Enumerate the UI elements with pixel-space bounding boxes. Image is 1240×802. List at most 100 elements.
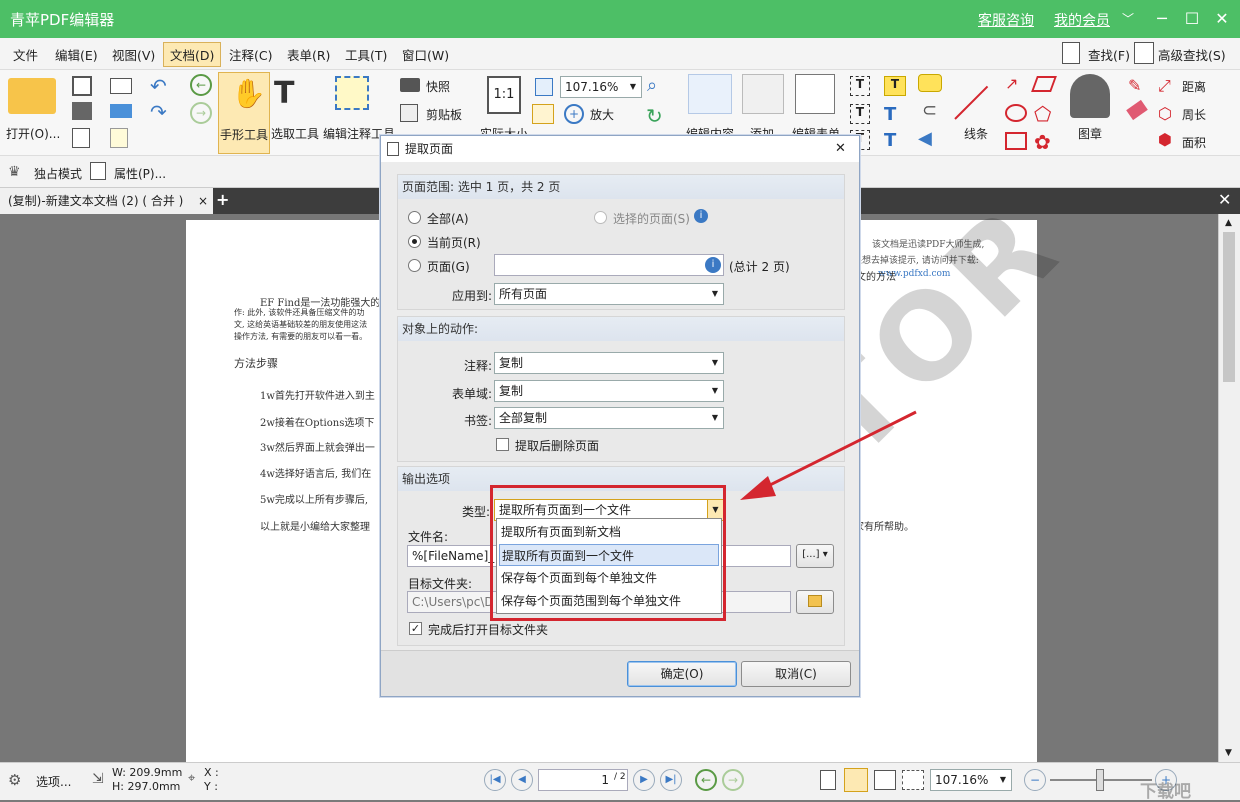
- strikeout-icon[interactable]: T: [884, 104, 896, 125]
- facing-page-icon[interactable]: [874, 770, 896, 790]
- menu-file[interactable]: 文件: [13, 45, 38, 64]
- edit-content-icon[interactable]: [688, 74, 732, 114]
- status-forward-icon[interactable]: →: [722, 769, 744, 791]
- line-icon[interactable]: [954, 85, 989, 120]
- scroll-up-icon[interactable]: ▲: [1225, 218, 1232, 228]
- select-tool-label[interactable]: 选取工具: [271, 125, 319, 142]
- fit-width-icon[interactable]: [532, 104, 554, 124]
- highlight-icon[interactable]: T: [884, 76, 906, 96]
- pages-info-icon[interactable]: i: [705, 257, 721, 273]
- status-back-icon[interactable]: ←: [695, 769, 717, 791]
- snapshot-label[interactable]: 快照: [426, 78, 450, 95]
- exclusive-mode-button[interactable]: 独占模式: [34, 165, 82, 182]
- dialog-close-icon[interactable]: ✕: [835, 136, 846, 162]
- ellipse-icon[interactable]: [1005, 104, 1027, 122]
- zoom-search-icon[interactable]: ⌕: [647, 75, 657, 96]
- attach-icon[interactable]: ⊂: [922, 100, 937, 121]
- delete-after-checkbox[interactable]: [496, 438, 509, 451]
- print-icon[interactable]: [72, 102, 92, 120]
- zoom-select[interactable]: 107.16% ▼: [560, 76, 642, 98]
- area-label[interactable]: 面积: [1182, 134, 1206, 151]
- rectangle-icon[interactable]: [1005, 132, 1027, 150]
- email-icon[interactable]: [110, 78, 132, 94]
- pencil-icon[interactable]: ✎: [1128, 76, 1141, 95]
- apply-to-select[interactable]: 所有页面 ▼: [494, 283, 724, 305]
- arrow-icon[interactable]: ↗: [1005, 74, 1018, 93]
- underline-icon[interactable]: T: [884, 130, 896, 151]
- advanced-find-button[interactable]: 高级查找(S): [1158, 45, 1226, 64]
- options-button[interactable]: 选项...: [36, 773, 71, 790]
- undo-icon[interactable]: ↶: [150, 74, 167, 98]
- radio-current[interactable]: [408, 235, 421, 248]
- continuous-page-icon[interactable]: [844, 768, 868, 792]
- note-icon[interactable]: [918, 74, 942, 92]
- zoom-in-icon[interactable]: +: [564, 104, 584, 124]
- member-dropdown-icon[interactable]: ﹀: [1122, 10, 1134, 27]
- minimize-icon[interactable]: ─: [1149, 6, 1175, 32]
- export-icon[interactable]: [72, 128, 90, 148]
- polygon-icon[interactable]: [1031, 76, 1057, 92]
- menu-form[interactable]: 表单(R): [287, 45, 330, 64]
- callout-icon[interactable]: T: [850, 104, 870, 124]
- area-icon[interactable]: ⬢: [1158, 130, 1172, 149]
- continuous-facing-icon[interactable]: [902, 770, 924, 790]
- radio-pages[interactable]: [408, 259, 421, 272]
- select-text-icon[interactable]: T: [274, 76, 294, 111]
- snapshot-icon[interactable]: [400, 78, 420, 92]
- fit-page-icon[interactable]: [535, 78, 553, 96]
- stamp-label[interactable]: 图章: [1078, 125, 1102, 142]
- menu-document[interactable]: 文档(D): [163, 42, 222, 67]
- service-link[interactable]: 客服咨询: [978, 10, 1034, 30]
- document-tab[interactable]: (复制)-新建文本文档 (2) ( 合并 ) ×: [0, 188, 213, 214]
- single-page-icon[interactable]: [820, 770, 836, 790]
- close-window-icon[interactable]: ✕: [1209, 6, 1235, 32]
- ok-button[interactable]: 确定(O): [627, 661, 737, 687]
- perimeter-label[interactable]: 周长: [1182, 106, 1206, 123]
- cloud-icon[interactable]: [110, 104, 132, 118]
- forward-icon[interactable]: →: [190, 102, 212, 124]
- eraser-icon[interactable]: [1126, 99, 1148, 121]
- next-page-icon[interactable]: ▶: [633, 769, 655, 791]
- radio-all[interactable]: [408, 211, 421, 224]
- scroll-down-icon[interactable]: ▼: [1225, 748, 1232, 758]
- menu-comment[interactable]: 注释(C): [229, 45, 272, 64]
- pentagon-icon[interactable]: ⬠: [1034, 102, 1051, 126]
- menu-window[interactable]: 窗口(W): [402, 45, 449, 64]
- properties-button[interactable]: 属性(P)...: [114, 165, 166, 182]
- status-zoom-select[interactable]: 107.16% ▼: [930, 769, 1012, 791]
- menu-edit[interactable]: 编辑(E): [55, 45, 98, 64]
- bookmark-select[interactable]: 全部复制 ▼: [494, 407, 724, 429]
- menu-tools[interactable]: 工具(T): [345, 45, 387, 64]
- prev-page-icon[interactable]: ◀: [511, 769, 533, 791]
- distance-label[interactable]: 距离: [1182, 78, 1206, 95]
- find-doc-icon[interactable]: [1062, 42, 1080, 64]
- advanced-find-icon[interactable]: [1134, 42, 1154, 64]
- new-doc-icon[interactable]: [110, 128, 128, 148]
- open-folder-icon[interactable]: [8, 78, 56, 114]
- cancel-button[interactable]: 取消(C): [741, 661, 851, 687]
- maximize-icon[interactable]: ☐: [1179, 6, 1205, 32]
- close-document-icon[interactable]: ✕: [1218, 190, 1231, 209]
- pages-input[interactable]: i: [494, 254, 724, 276]
- zoom-in-label[interactable]: 放大: [590, 106, 614, 123]
- open-button[interactable]: 打开(O)...: [6, 125, 60, 142]
- scroll-thumb[interactable]: [1223, 232, 1235, 382]
- browse-folder-button[interactable]: [796, 590, 834, 614]
- edit-note-icon[interactable]: [335, 76, 369, 110]
- rotate-icon[interactable]: ↻: [646, 104, 663, 128]
- find-button[interactable]: 查找(F): [1088, 45, 1130, 64]
- sound-icon[interactable]: ◀: [918, 128, 932, 149]
- new-tab-icon[interactable]: +: [216, 190, 229, 209]
- add-icon[interactable]: [742, 74, 784, 114]
- distance-icon[interactable]: ⤢: [1158, 76, 1171, 96]
- vertical-scrollbar[interactable]: ▲ ▼: [1218, 214, 1240, 762]
- perimeter-icon[interactable]: ⬡: [1158, 104, 1172, 123]
- info-icon[interactable]: i: [694, 209, 708, 223]
- stamp-icon[interactable]: [1070, 74, 1110, 118]
- open-after-checkbox[interactable]: ✓: [409, 622, 422, 635]
- zoom-slider-thumb[interactable]: [1096, 769, 1104, 791]
- gear-icon[interactable]: ⚙: [8, 771, 21, 789]
- clipboard-label[interactable]: 剪贴板: [426, 106, 462, 123]
- cloud-shape-icon[interactable]: ✿: [1034, 130, 1051, 154]
- menu-view[interactable]: 视图(V): [112, 45, 155, 64]
